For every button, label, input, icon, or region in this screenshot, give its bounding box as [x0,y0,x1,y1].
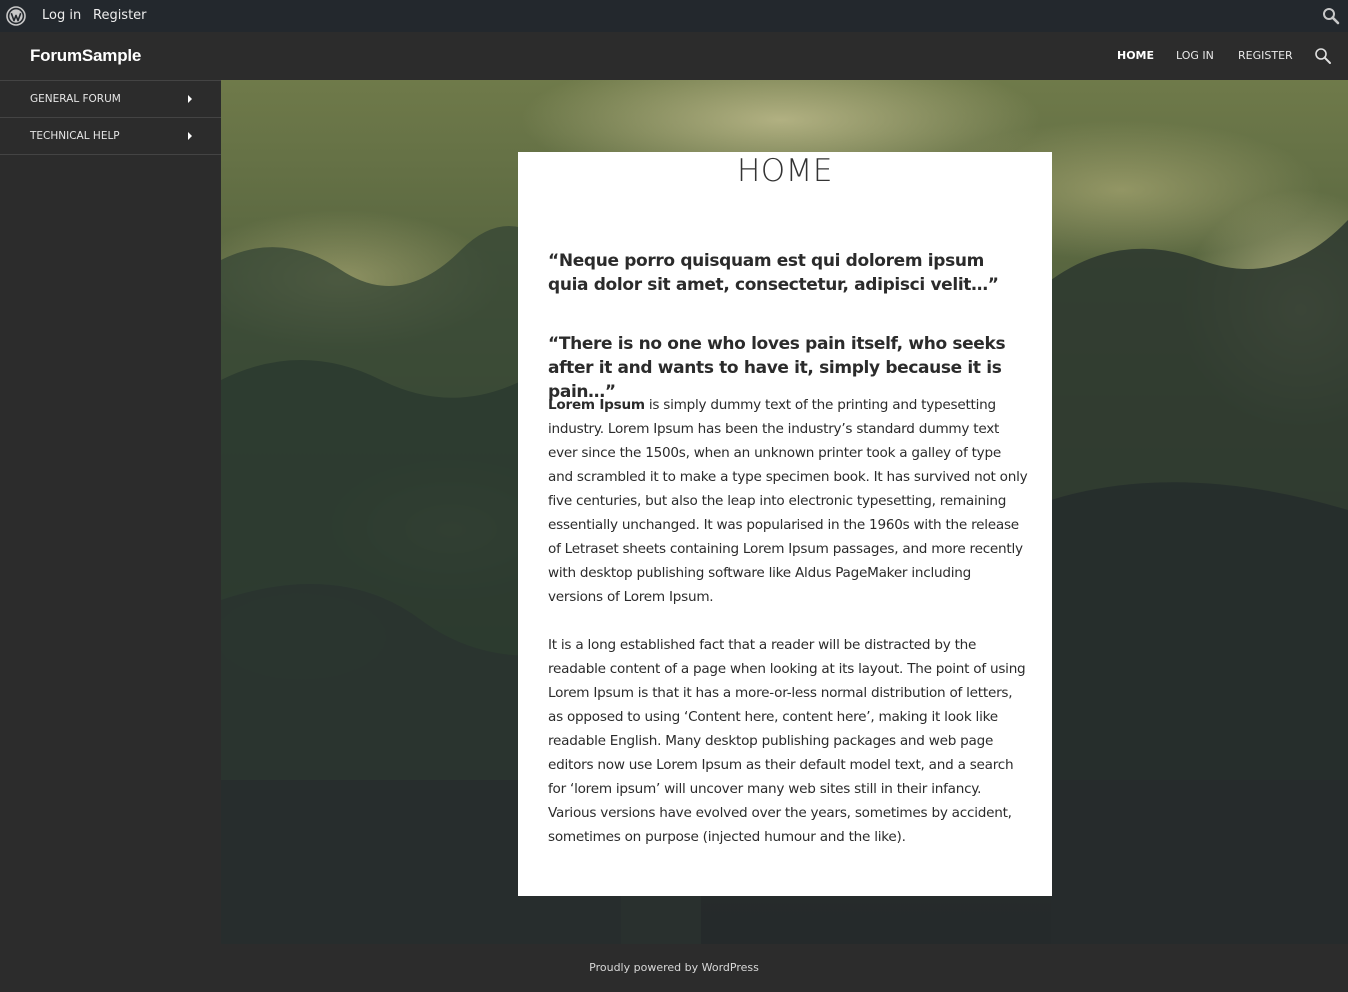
nav-login[interactable]: LOG IN [1176,32,1214,80]
chevron-right-icon [188,95,192,103]
quote-heading-1: “Neque porro quisquam est qui dolorem ip… [548,251,999,295]
body-paragraph-1: Lorem Ipsum is simply dummy text of the … [548,393,1028,609]
body-paragraph-2: It is a long established fact that a rea… [548,637,1026,845]
search-icon[interactable] [1314,47,1332,65]
wordpress-icon[interactable] [6,6,26,26]
nav-home[interactable]: HOME [1117,32,1154,80]
nav-register[interactable]: REGISTER [1238,32,1293,80]
site-title[interactable]: ForumSample [30,32,141,80]
adminbar-login-link[interactable]: Log in [42,0,81,32]
site-header: ForumSample HOME LOG IN REGISTER [0,32,1348,80]
search-icon[interactable] [1322,7,1340,25]
sidebar-item-technical-help[interactable]: TECHNICAL HELP [0,117,221,155]
sidebar-item-general-forum[interactable]: GENERAL FORUM [0,80,221,117]
bold-term: Lorem Ipsum [548,397,645,413]
content-card: HOME “Neque porro quisquam est qui dolor… [518,152,1052,896]
site-footer: Proudly powered by WordPress [0,944,1348,992]
chevron-right-icon [188,132,192,140]
footer-credit-link[interactable]: Proudly powered by WordPress [0,961,1348,974]
page-title: HOME [736,153,834,189]
adminbar-register-link[interactable]: Register [93,0,147,32]
paragraph-text: is simply dummy text of the printing and… [548,397,1028,605]
sidebar: GENERAL FORUM TECHNICAL HELP [0,80,221,944]
sidebar-item-label: TECHNICAL HELP [30,130,120,142]
sidebar-item-label: GENERAL FORUM [30,93,121,105]
admin-bar: Log in Register [0,0,1348,32]
